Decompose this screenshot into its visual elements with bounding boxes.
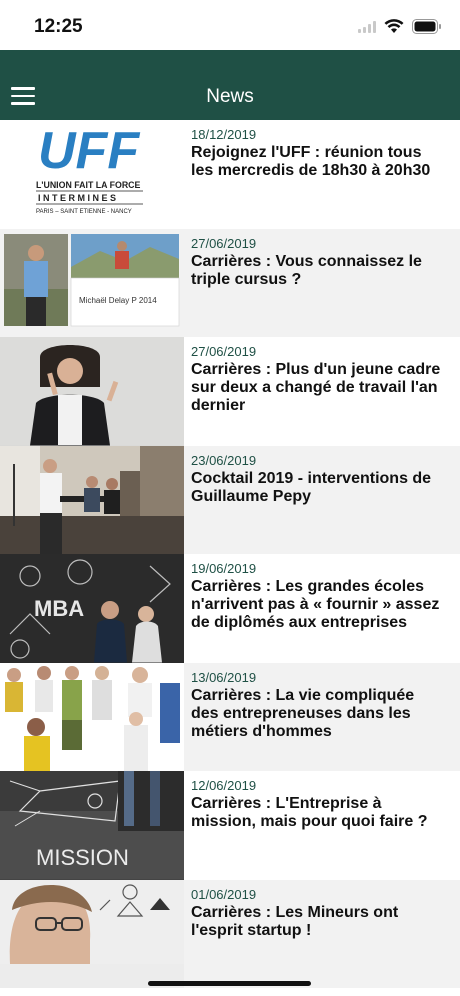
news-title: Carrières : Les Mineurs ont l'esprit sta…: [191, 903, 399, 939]
nav-bar: News: [0, 50, 460, 120]
battery-icon: [412, 19, 441, 34]
news-thumbnail: [0, 445, 184, 554]
news-title: Cocktail 2019 - interventions de Guillau…: [191, 469, 432, 505]
logo-line2: I N T E R M I N E S: [38, 193, 116, 203]
status-time: 12:25: [34, 16, 83, 37]
news-date: 18/12/2019: [191, 127, 257, 142]
news-date: 27/06/2019: [191, 235, 257, 251]
signal-icon: [358, 20, 376, 33]
logo-line3: PARIS – SAINT ETIENNE - NANCY: [36, 209, 132, 215]
status-bar: 12:25: [0, 0, 460, 50]
news-thumbnail: [0, 337, 184, 446]
news-item[interactable]: UFF L'UNION FAIT LA FORCE I N T E R M I …: [0, 120, 460, 229]
image-text: MBA: [34, 596, 84, 621]
wifi-icon: [384, 19, 404, 33]
news-title: Carrières : Les grandes écoles n'arriven…: [191, 578, 440, 631]
news-thumbnail: [0, 662, 184, 771]
news-thumbnail: MBA: [0, 554, 184, 663]
news-item[interactable]: MBA 19/06/2019 Carrières : Les grandes é…: [0, 554, 460, 663]
news-item[interactable]: 01/06/2019 Carrières : Les Mineurs ont l…: [0, 879, 460, 988]
news-thumbnail: Michaël Delay P 2014: [0, 228, 184, 337]
news-date: 12/06/2019: [191, 778, 257, 793]
page-title: News: [206, 86, 254, 107]
news-date: 13/06/2019: [191, 669, 257, 685]
logo-line1: L'UNION FAIT LA FORCE: [36, 180, 141, 190]
news-thumbnail: MISSION: [0, 771, 184, 880]
home-indicator[interactable]: [148, 981, 311, 986]
news-thumbnail: [0, 879, 184, 988]
news-date: 27/06/2019: [191, 344, 257, 359]
status-icons: [358, 19, 442, 34]
news-date: 23/06/2019: [191, 452, 257, 468]
news-item[interactable]: MISSION 12/06/2019 Carrières : L'Entrepr…: [0, 771, 460, 880]
image-text: MISSION: [36, 845, 129, 870]
news-title: Rejoignez l'UFF : réunion tous les mercr…: [191, 144, 431, 179]
news-item[interactable]: 13/06/2019 Carrières : La vie compliquée…: [0, 662, 460, 771]
news-list: UFF L'UNION FAIT LA FORCE I N T E R M I …: [0, 120, 460, 988]
news-item[interactable]: Michaël Delay P 2014 27/06/2019 Carrière…: [0, 228, 460, 337]
news-title: Carrières : L'Entreprise à mission, mais…: [191, 795, 428, 830]
news-item[interactable]: 23/06/2019 Cocktail 2019 - interventions…: [0, 445, 460, 554]
news-title: Carrières : Plus d'un jeune cadre sur de…: [191, 361, 441, 414]
news-title: Carrières : La vie compliquée des entrep…: [191, 686, 415, 740]
news-date: 01/06/2019: [191, 886, 257, 902]
news-date: 19/06/2019: [191, 561, 257, 576]
logo-big-text: UFF: [38, 122, 140, 180]
news-title: Carrières : Vous connaissez le triple cu…: [191, 252, 422, 288]
image-caption: Michaël Delay P 2014: [79, 296, 157, 305]
uff-logo-image: UFF L'UNION FAIT LA FORCE I N T E R M I …: [0, 120, 184, 229]
news-item[interactable]: 27/06/2019 Carrières : Plus d'un jeune c…: [0, 337, 460, 446]
